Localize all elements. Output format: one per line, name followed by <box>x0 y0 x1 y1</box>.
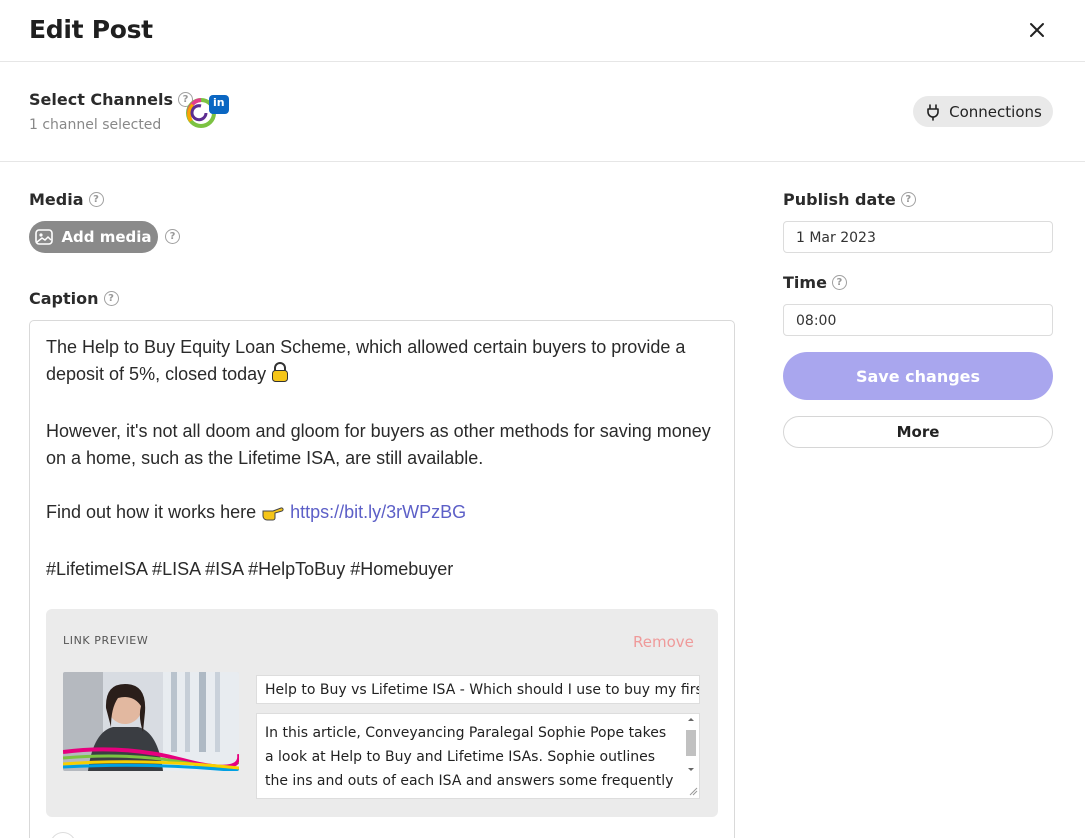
caption-link[interactable]: https://bit.ly/3rWPzBG <box>290 502 466 522</box>
time-input[interactable]: 08:00 <box>783 304 1053 336</box>
caption-paragraph: Find out how it works here https://bit.l… <box>46 499 726 529</box>
connections-button[interactable]: Connections <box>913 96 1053 127</box>
channels-section: Select Channels ? 1 channel selected in … <box>0 62 1085 162</box>
help-icon[interactable]: ? <box>88 192 104 207</box>
plug-icon <box>927 103 939 121</box>
description-scrollbar[interactable] <box>684 715 698 797</box>
help-icon[interactable]: ? <box>900 192 916 207</box>
modal-title: Edit Post <box>29 15 153 44</box>
close-icon <box>1030 23 1044 37</box>
link-preview-thumbnail[interactable] <box>63 672 239 771</box>
caption-label-text: Caption <box>29 289 99 308</box>
lock-icon <box>271 361 289 391</box>
linkedin-badge-label: in <box>213 96 225 109</box>
close-button[interactable] <box>1024 17 1050 43</box>
channel-logo-icon <box>186 95 229 128</box>
link-preview-description-textarea[interactable]: In this article, Conveyancing Paralegal … <box>256 713 700 799</box>
publish-date-label: Publish date ? <box>783 190 916 209</box>
help-icon[interactable]: ? <box>165 229 180 244</box>
media-label-text: Media <box>29 190 84 209</box>
link-preview-title-input[interactable]: Help to Buy vs Lifetime ISA - Which shou… <box>256 675 700 704</box>
modal-header: Edit Post <box>0 0 1085 62</box>
publish-date-input[interactable]: 1 Mar 2023 <box>783 221 1053 253</box>
caption-label: Caption ? <box>29 289 119 308</box>
channels-selected-count: 1 channel selected <box>29 117 162 133</box>
caption-textarea[interactable]: The Help to Buy Equity Loan Scheme, whic… <box>29 320 735 838</box>
remove-link-preview-button[interactable]: Remove <box>633 633 694 651</box>
time-label: Time ? <box>783 273 847 292</box>
publish-date-label-text: Publish date <box>783 190 896 209</box>
caption-content: The Help to Buy Equity Loan Scheme, whic… <box>46 334 726 610</box>
time-label-text: Time <box>783 273 827 292</box>
channel-avatar-linkedin[interactable]: in <box>184 94 232 130</box>
caption-line-1: The Help to Buy Equity Loan Scheme, whic… <box>46 337 686 384</box>
image-icon <box>35 229 54 245</box>
caption-paragraph: However, it's not all doom and gloom for… <box>46 421 711 468</box>
add-media-label: Add media <box>61 228 152 246</box>
more-button[interactable]: More <box>783 416 1053 448</box>
connections-label: Connections <box>949 102 1042 121</box>
help-icon[interactable]: ? <box>103 291 119 306</box>
select-channels-label: Select Channels ? <box>29 90 193 109</box>
caption-line-3: Find out how it works here <box>46 502 257 522</box>
help-icon[interactable]: ? <box>831 275 847 290</box>
select-channels-text: Select Channels <box>29 90 173 109</box>
caption-hashtags: #LifetimeISA #LISA #ISA #HelpToBuy #Home… <box>46 559 454 579</box>
link-preview-heading: LINK PREVIEW <box>63 634 149 647</box>
link-preview: LINK PREVIEW Remove Help to Buy vs Lifet… <box>46 609 718 817</box>
save-changes-button[interactable]: Save changes <box>783 352 1053 400</box>
pointing-hand-icon <box>261 502 285 529</box>
media-label: Media ? <box>29 190 104 209</box>
add-media-button[interactable]: Add media <box>29 221 158 253</box>
caption-paragraph: The Help to Buy Equity Loan Scheme, whic… <box>46 334 726 391</box>
link-preview-description-text: In this article, Conveyancing Paralegal … <box>265 725 674 798</box>
